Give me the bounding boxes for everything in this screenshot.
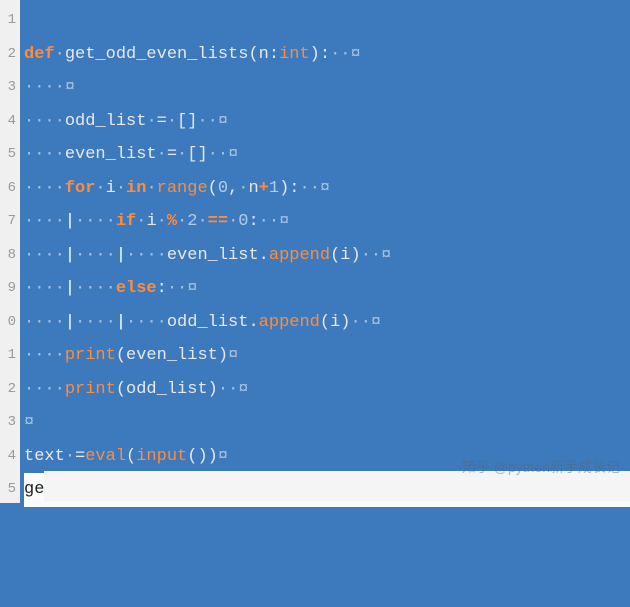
code-line[interactable]: ····¤ <box>24 71 630 105</box>
code-line[interactable]: def·get_odd_even_lists(n:int):··¤ <box>24 38 630 72</box>
line-number: 3 <box>2 406 16 440</box>
line-number: 1 <box>2 4 16 38</box>
line-number: 7 <box>2 205 16 239</box>
code-line[interactable]: ····|····if·i·%·2·==·0:··¤ <box>24 205 630 239</box>
code-line[interactable]: ····|····|····odd_list.append(i)··¤ <box>24 306 630 340</box>
line-number: 4 <box>2 105 16 139</box>
code-line[interactable]: ····print(odd_list)··¤ <box>24 373 630 407</box>
code-editor[interactable]: 1 2 3 4 5 6 7 8 9 0 1 2 3 4 5 def·get_od… <box>0 0 630 503</box>
code-line[interactable]: ····even_list·=·[]··¤ <box>24 138 630 172</box>
line-number: 5 <box>2 473 16 507</box>
line-number: 1 <box>2 339 16 373</box>
line-number: 5 <box>2 138 16 172</box>
line-number: 9 <box>2 272 16 306</box>
line-number-gutter: 1 2 3 4 5 6 7 8 9 0 1 2 3 4 5 <box>0 0 20 503</box>
line-number: 2 <box>2 373 16 407</box>
line-number: 8 <box>2 239 16 273</box>
line-number: 3 <box>2 71 16 105</box>
code-line[interactable]: ····for·i·in·range(0,·n+1):··¤ <box>24 172 630 206</box>
code-line[interactable]: ····print(even_list)¤ <box>24 339 630 373</box>
code-line[interactable]: text·=eval(input())¤ <box>24 440 630 474</box>
line-number: 4 <box>2 440 16 474</box>
line-number: 0 <box>2 306 16 340</box>
current-line-highlight <box>44 471 630 501</box>
line-number: 6 <box>2 172 16 206</box>
code-line[interactable]: ····|····|····even_list.append(i)··¤ <box>24 239 630 273</box>
code-line[interactable]: ····odd_list·=·[]··¤ <box>24 105 630 139</box>
code-line[interactable]: ¤ <box>24 406 630 440</box>
code-line[interactable]: ····|····else:··¤ <box>24 272 630 306</box>
line-number: 2 <box>2 38 16 72</box>
code-area[interactable]: def·get_odd_even_lists(n:int):··¤····¤··… <box>20 0 630 503</box>
